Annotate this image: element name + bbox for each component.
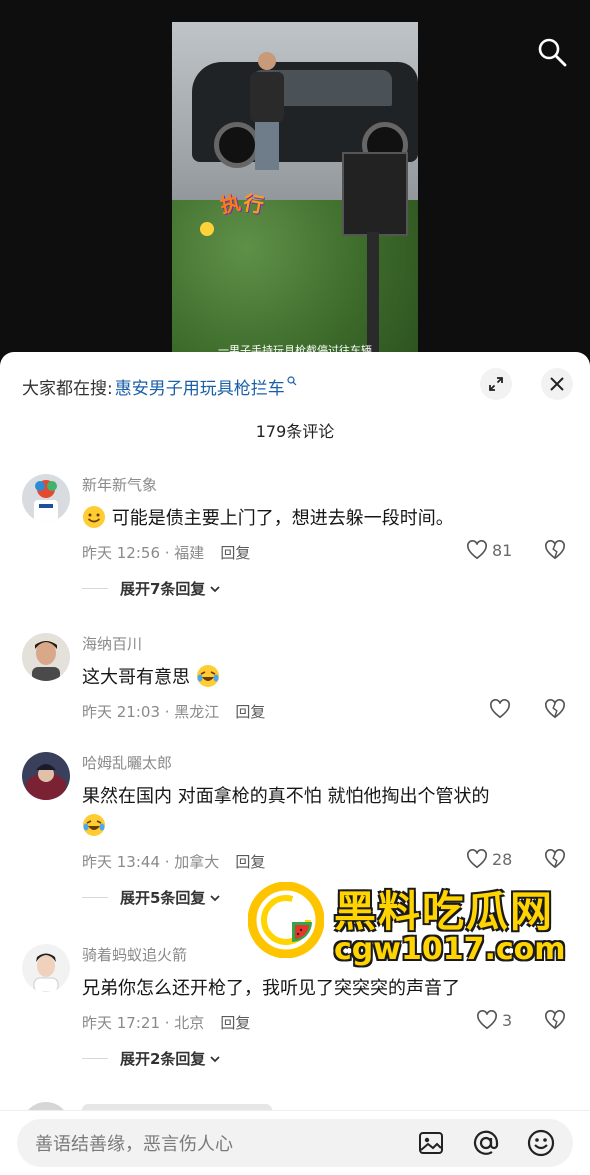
broken-heart-icon[interactable] — [544, 849, 566, 869]
expand-replies-button[interactable]: 展开2条回复 — [82, 1048, 221, 1069]
trending-search-prefix: 大家都在搜: — [22, 378, 113, 399]
comment-body: 可能是债主要上门了，想进去躲一段时间。 — [111, 508, 454, 529]
expand-icon — [489, 377, 503, 391]
comment-input-container[interactable] — [17, 1119, 573, 1169]
trending-search[interactable]: 大家都在搜: 惠安男子用玩具枪拦车 — [22, 372, 297, 400]
comment-sheet: 大家都在搜: 惠安男子用玩具枪拦车 179条评论 新年新气象 可能是债主要上门了… — [0, 352, 590, 1175]
avatar[interactable] — [22, 474, 70, 522]
comment-time-location: 昨天 17:21 · 北京 — [82, 1014, 205, 1032]
parking-meter-graphic — [342, 152, 408, 236]
chevron-down-icon — [210, 894, 221, 901]
mention-button[interactable] — [472, 1129, 500, 1157]
laughing-crying-emoji-icon — [83, 814, 105, 836]
broken-heart-icon[interactable] — [544, 699, 566, 719]
like-button[interactable]: 28 — [466, 849, 512, 869]
like-count: 28 — [492, 849, 513, 869]
comment-time-location: 昨天 21:03 · 黑龙江 — [82, 703, 220, 721]
image-button[interactable] — [417, 1129, 445, 1157]
video-player[interactable]: 执 行 一男子手持玩具枪截停过往车辆 — [0, 0, 590, 360]
avatar[interactable] — [22, 752, 70, 800]
like-button[interactable]: 3 — [476, 1010, 512, 1030]
avatar[interactable] — [22, 633, 70, 681]
heart-icon — [467, 849, 487, 869]
like-count: 81 — [492, 540, 513, 560]
comment-text: 果然在国内 对面拿枪的真不怕 就怕他掏出个管状的 — [82, 782, 552, 842]
at-icon — [473, 1130, 499, 1155]
comment-meta: 昨天 21:03 · 黑龙江 回复 — [82, 701, 265, 722]
smile-sticker — [200, 222, 214, 236]
like-count: 3 — [502, 1010, 513, 1030]
watermark-url: cgw1017.com — [334, 932, 566, 967]
comment-username[interactable]: 骑着蚂蚁追火箭 — [82, 944, 187, 965]
comment-meta: 昨天 12:56 · 福建 回复 — [82, 542, 250, 563]
comment-text: 这大哥有意思 — [82, 663, 552, 693]
close-icon — [550, 377, 564, 391]
comment-username[interactable]: 哈姆乱曬太郎 — [82, 752, 172, 773]
comment-body: 兄弟你怎么还开枪了，我听见了突突突的声音了 — [82, 978, 460, 999]
comment-meta: 昨天 17:21 · 北京 回复 — [82, 1012, 250, 1033]
expand-button[interactable] — [480, 368, 512, 400]
small-search-icon — [287, 375, 297, 389]
emoji-button[interactable] — [527, 1129, 555, 1157]
smile-emoji-icon — [83, 506, 105, 528]
expand-replies-label: 展开5条回复 — [120, 889, 206, 907]
expand-replies-label: 展开2条回复 — [120, 1050, 206, 1068]
expand-replies-button[interactable]: 展开7条回复 — [82, 578, 221, 599]
comment-username[interactable]: 海纳百川 — [82, 633, 142, 654]
avatar[interactable] — [22, 944, 70, 992]
comment-time-location: 昨天 13:44 · 加拿大 — [82, 853, 220, 871]
watermark-logo — [248, 882, 324, 958]
trending-search-term[interactable]: 惠安男子用玩具枪拦车 — [115, 374, 285, 399]
reply-button[interactable]: 回复 — [235, 853, 265, 871]
chevron-down-icon — [210, 585, 221, 592]
heart-icon — [490, 699, 510, 719]
person-figure — [250, 52, 284, 172]
video-frame[interactable]: 执 行 一男子手持玩具枪截停过往车辆 — [172, 22, 418, 360]
expand-replies-button[interactable]: 展开5条回复 — [82, 887, 221, 908]
comment-count: 179条评论 — [255, 422, 335, 441]
reply-button[interactable]: 回复 — [235, 703, 265, 721]
expand-replies-label: 展开7条回复 — [120, 580, 206, 598]
comment-username[interactable]: 新年新气象 — [82, 474, 157, 495]
watermark-title: 黑料吃瓜网 — [334, 887, 555, 936]
broken-heart-icon[interactable] — [544, 540, 566, 560]
chevron-down-icon — [210, 1055, 221, 1062]
heart-icon — [467, 540, 487, 560]
emoji-icon — [527, 1129, 555, 1157]
search-icon[interactable] — [536, 36, 568, 68]
like-button[interactable]: 81 — [466, 540, 512, 560]
comment-input[interactable] — [33, 1119, 397, 1169]
comment-meta: 昨天 13:44 · 加拿大 回复 — [82, 851, 265, 872]
heart-icon — [477, 1010, 497, 1030]
comment-time-location: 昨天 12:56 · 福建 — [82, 544, 205, 562]
comment-input-bar — [0, 1110, 590, 1175]
like-button[interactable] — [489, 699, 515, 719]
comment-body: 果然在国内 对面拿枪的真不怕 就怕他掏出个管状的 — [82, 786, 490, 807]
broken-heart-icon[interactable] — [544, 1010, 566, 1030]
reply-button[interactable]: 回复 — [220, 544, 250, 562]
image-icon — [419, 1132, 443, 1154]
comment-text: 可能是债主要上门了，想进去躲一段时间。 — [82, 504, 552, 534]
reply-button[interactable]: 回复 — [220, 1014, 250, 1032]
close-button[interactable] — [541, 368, 573, 400]
comment-body: 这大哥有意思 — [82, 667, 190, 688]
comment-text: 兄弟你怎么还开枪了，我听见了突突突的声音了 — [82, 974, 552, 1004]
laughing-crying-emoji-icon — [196, 665, 219, 687]
